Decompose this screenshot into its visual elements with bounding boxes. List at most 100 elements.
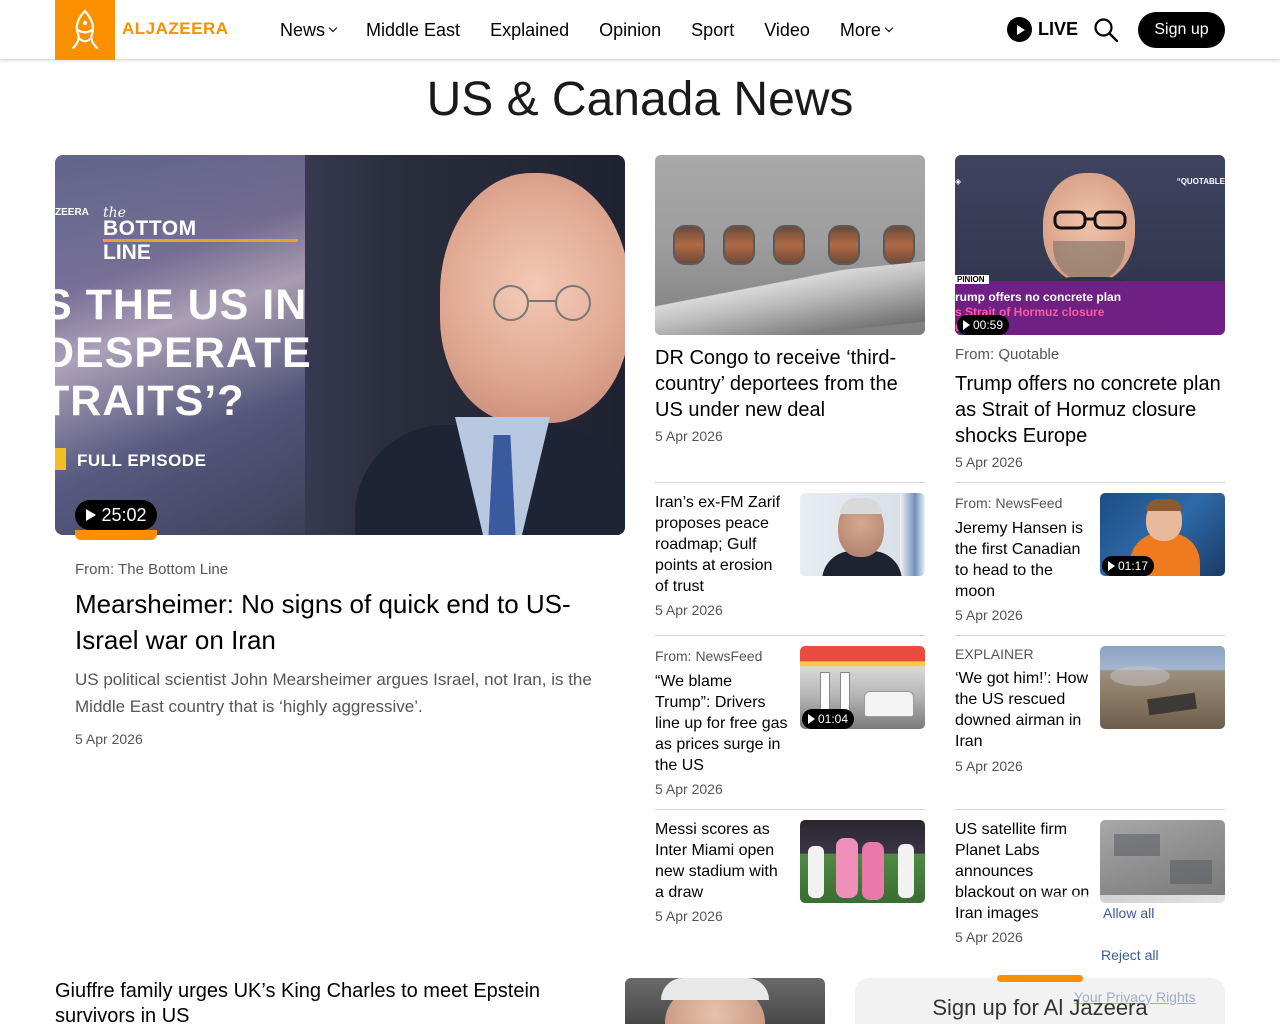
smoke bbox=[1110, 666, 1170, 686]
play-icon bbox=[808, 714, 815, 724]
duration-label: 01:17 bbox=[1118, 559, 1149, 573]
small-date-gas: 5 Apr 2026 bbox=[655, 781, 723, 797]
consent-reject-all-button[interactable]: Reject all bbox=[1101, 947, 1159, 963]
divider bbox=[955, 809, 1225, 810]
wreckage bbox=[1147, 692, 1197, 716]
king-hair bbox=[661, 978, 769, 1000]
live-button[interactable]: LIVE bbox=[1007, 17, 1078, 42]
chevron-down-icon bbox=[328, 23, 338, 33]
gas-pump bbox=[840, 672, 850, 714]
duration-label: 01:04 bbox=[818, 712, 849, 726]
nav-news-label: News bbox=[280, 19, 326, 40]
small-date-planet: 5 Apr 2026 bbox=[955, 929, 1023, 945]
duration-badge[interactable]: 00:59 bbox=[957, 315, 1010, 335]
bottom-headline[interactable]: Giuffre family urges UK’s King Charles t… bbox=[55, 979, 575, 1024]
hero-overlay-line: LINE bbox=[103, 241, 151, 264]
wreckage-image[interactable] bbox=[1100, 646, 1225, 729]
small-date-zarif: 5 Apr 2026 bbox=[655, 602, 723, 618]
glasses-icon bbox=[493, 285, 591, 321]
plane-window bbox=[723, 225, 755, 265]
small-date-rescue: 5 Apr 2026 bbox=[955, 758, 1023, 774]
site-header: ALJAZEERA News Middle East Explained Opi… bbox=[0, 0, 1280, 60]
medium-headline-1[interactable]: DR Congo to receive ‘third-country’ depo… bbox=[655, 345, 925, 423]
flag-backdrop bbox=[900, 493, 925, 576]
play-icon bbox=[963, 320, 970, 330]
player bbox=[808, 846, 824, 898]
logo-wordmark[interactable]: ALJAZEERA bbox=[122, 19, 229, 39]
zarif-hair bbox=[840, 498, 882, 514]
plane-window bbox=[828, 225, 860, 265]
small-headline-rescue[interactable]: ‘We got him!’: How the US rescued downed… bbox=[955, 668, 1090, 752]
small-headline-messi[interactable]: Messi scores as Inter Miami open new sta… bbox=[655, 819, 790, 903]
small-source-explainer[interactable]: EXPLAINER bbox=[955, 646, 1034, 662]
nav-explained[interactable]: Explained bbox=[490, 20, 569, 41]
nav-sport[interactable]: Sport bbox=[691, 20, 734, 41]
medium-source-2[interactable]: From: Quotable bbox=[955, 346, 1059, 363]
quotable-overlay-label: “QUOTABLE bbox=[1176, 177, 1225, 186]
live-label: LIVE bbox=[1038, 19, 1079, 39]
divider bbox=[655, 635, 925, 636]
newsletter-accent bbox=[997, 975, 1083, 982]
medium-headline-2[interactable]: Trump offers no concrete plan as Strait … bbox=[955, 371, 1225, 449]
small-date-messi: 5 Apr 2026 bbox=[655, 908, 723, 924]
player bbox=[898, 844, 914, 898]
main-nav: News Middle East Explained Opinion Sport… bbox=[280, 0, 922, 60]
hero-image[interactable]: ZEERA the BOTTOM LINE S THE US IN DESPER… bbox=[55, 155, 625, 535]
satellite-image[interactable] bbox=[1100, 820, 1225, 903]
privacy-rights-link[interactable]: Your Privacy Rights bbox=[1074, 989, 1196, 1005]
logo-calligraphy-icon bbox=[71, 9, 99, 50]
small-date-hansen: 5 Apr 2026 bbox=[955, 607, 1023, 623]
divider bbox=[655, 809, 925, 810]
nav-news[interactable]: News bbox=[280, 19, 338, 41]
nav-video[interactable]: Video bbox=[764, 20, 810, 41]
hero-overlay-question-1: S THE US IN bbox=[55, 281, 308, 329]
nav-more[interactable]: More bbox=[840, 20, 894, 41]
hero-headline[interactable]: Mearsheimer: No signs of quick end to US… bbox=[75, 586, 615, 658]
duration-label: 00:59 bbox=[973, 318, 1004, 332]
caption-line-1: rump offers no concrete plan bbox=[955, 290, 1122, 304]
duration-badge[interactable]: 01:17 bbox=[1102, 556, 1155, 576]
hero-overlay-question-2: DESPERATE bbox=[55, 329, 312, 377]
small-headline-hansen[interactable]: Jeremy Hansen is the first Canadian to h… bbox=[955, 518, 1090, 602]
duration-badge[interactable]: 01:04 bbox=[802, 709, 855, 729]
signup-button[interactable]: Sign up bbox=[1138, 12, 1225, 48]
hero-date: 5 Apr 2026 bbox=[75, 731, 143, 747]
small-source-gas[interactable]: From: NewsFeed bbox=[655, 648, 762, 664]
nav-middle-east[interactable]: Middle East bbox=[366, 20, 460, 41]
divider bbox=[655, 482, 925, 483]
gas-pump bbox=[820, 672, 830, 714]
hero-source[interactable]: From: The Bottom Line bbox=[75, 561, 228, 578]
small-source-hansen[interactable]: From: NewsFeed bbox=[955, 495, 1062, 511]
inter-miami-image[interactable] bbox=[800, 820, 925, 903]
zarif-image[interactable] bbox=[800, 493, 925, 576]
astronaut-hair bbox=[1146, 499, 1182, 511]
plane-fuselage bbox=[655, 259, 925, 335]
plane-window bbox=[773, 225, 805, 265]
plane-window bbox=[883, 225, 915, 265]
small-headline-zarif[interactable]: Iran’s ex-FM Zarif proposes peace roadma… bbox=[655, 492, 790, 597]
trump-hormuz-video-image[interactable]: ◈ “QUOTABLE PINION rump offers no concre… bbox=[955, 155, 1225, 335]
hero-overlay-full-episode: FULL EPISODE bbox=[77, 451, 207, 470]
king-charles-image[interactable] bbox=[625, 978, 825, 1024]
medium-date-1: 5 Apr 2026 bbox=[655, 428, 723, 444]
hero-duration-badge[interactable]: 25:02 bbox=[75, 500, 157, 530]
chevron-down-icon bbox=[884, 23, 894, 33]
small-headline-gas[interactable]: “We blame Trump”: Drivers line up for fr… bbox=[655, 671, 790, 776]
hero-overlay-question-3: TRAITS’? bbox=[55, 377, 245, 425]
search-icon[interactable] bbox=[1093, 17, 1119, 43]
plane-window bbox=[673, 225, 705, 265]
nav-opinion[interactable]: Opinion bbox=[599, 20, 661, 41]
divider bbox=[955, 482, 1225, 483]
glasses-icon bbox=[1053, 210, 1127, 230]
hero-duration: 25:02 bbox=[101, 504, 147, 525]
aljazeera-logo-icon: ◈ bbox=[955, 177, 962, 186]
opinion-overlay-label: PINION bbox=[955, 275, 989, 284]
play-icon bbox=[1108, 561, 1115, 571]
aljazeera-logo-icon[interactable] bbox=[55, 0, 115, 60]
hero-progress-accent bbox=[75, 530, 157, 540]
page-title: US & Canada News bbox=[426, 73, 854, 126]
consent-allow-all-button[interactable]: Allow all bbox=[1103, 905, 1154, 921]
medium-date-2: 5 Apr 2026 bbox=[955, 454, 1023, 470]
hero-overlay-logo: ZEERA bbox=[55, 207, 89, 218]
deportees-plane-image[interactable] bbox=[655, 155, 925, 335]
